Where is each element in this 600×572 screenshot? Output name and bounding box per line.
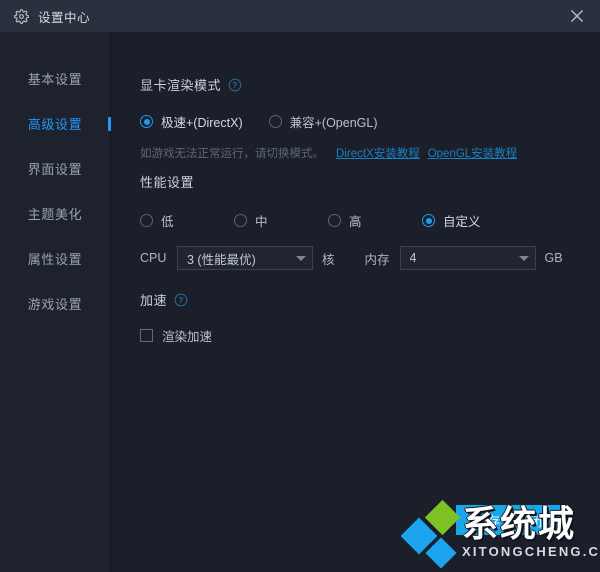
radio-label: 兼容+(OpenGL) <box>289 116 378 130</box>
cpu-core-dropdown[interactable]: 3 (性能最优) <box>177 246 313 270</box>
sidebar-item-label: 游戏设置 <box>27 297 83 312</box>
radio-dot <box>328 214 341 227</box>
gear-icon <box>14 8 29 24</box>
performance-fields: CPU 3 (性能最优) 核 内存 4 GB <box>140 246 563 270</box>
radio-dot <box>422 214 435 227</box>
radio-performance-low[interactable]: 低 <box>140 211 234 230</box>
cpu-label: CPU <box>140 251 167 265</box>
performance-title-text: 性能设置 <box>140 175 195 190</box>
sidebar-item-properties[interactable]: 属性设置 <box>0 236 110 281</box>
radio-label: 自定义 <box>443 215 481 229</box>
opengl-tutorial-link[interactable]: OpenGL安装教程 <box>428 145 517 161</box>
sidebar-item-label: 主题美化 <box>27 207 83 222</box>
performance-radio-group: 低 中 高 自定义 <box>140 211 563 230</box>
radio-performance-high[interactable]: 高 <box>328 211 422 230</box>
memory-dropdown[interactable]: 4 <box>399 246 536 270</box>
sidebar-item-advanced-settings[interactable]: 高级设置 <box>0 101 111 146</box>
sidebar-item-theme[interactable]: 主题美化 <box>0 191 110 236</box>
sidebar-item-interface-settings[interactable]: 界面设置 <box>0 146 110 191</box>
render-mode-radio-group: 极速+(DirectX) 兼容+(OpenGL) <box>140 112 517 131</box>
radio-label: 低 <box>161 215 174 229</box>
radio-performance-medium[interactable]: 中 <box>234 211 328 230</box>
acceleration-section: 加速 ? 渲染加速 <box>140 290 212 345</box>
sidebar-item-label: 高级设置 <box>27 117 83 132</box>
radio-label: 高 <box>349 215 362 229</box>
render-acceleration-checkbox[interactable]: 渲染加速 <box>140 326 212 345</box>
memory-unit-label: GB <box>544 251 563 265</box>
title-bar-left: 设置中心 <box>0 7 90 26</box>
checkbox-box <box>140 329 153 342</box>
radio-directx[interactable]: 极速+(DirectX) <box>140 112 243 131</box>
sidebar-item-game-settings[interactable]: 游戏设置 <box>0 281 110 326</box>
render-mode-hint-text: 如游戏无法正常运行，请切换模式。 <box>140 148 324 160</box>
radio-dot <box>140 214 153 227</box>
title-bar: 设置中心 <box>0 0 600 32</box>
chevron-down-icon <box>518 255 529 261</box>
performance-title: 性能设置 <box>140 172 563 191</box>
radio-dot <box>268 115 282 128</box>
save-and-close-button[interactable]: 保存并关闭 <box>456 505 560 535</box>
svg-text:?: ? <box>233 81 238 90</box>
sidebar: 基本设置 高级设置 界面设置 主题美化 属性设置 游戏设置 <box>0 32 111 572</box>
help-circle-icon[interactable]: ? <box>174 293 188 307</box>
content-panel: 显卡渲染模式 ? 极速+(DirectX) 兼容+(OpenGL) 如游戏无法正… <box>111 32 600 572</box>
acceleration-title-text: 加速 <box>140 293 168 308</box>
render-mode-title: 显卡渲染模式 ? <box>140 75 517 94</box>
sidebar-item-basic-settings[interactable]: 基本设置 <box>0 56 110 101</box>
render-mode-hint: 如游戏无法正常运行，请切换模式。 DirectX安装教程 OpenGL安装教程 <box>140 145 517 161</box>
help-circle-icon[interactable]: ? <box>228 78 242 92</box>
close-button[interactable] <box>554 0 600 32</box>
cpu-unit-label: 核 <box>322 252 335 267</box>
radio-opengl[interactable]: 兼容+(OpenGL) <box>268 112 378 131</box>
sidebar-item-label: 界面设置 <box>27 162 83 177</box>
radio-performance-custom[interactable]: 自定义 <box>422 211 481 230</box>
render-mode-title-text: 显卡渲染模式 <box>140 78 222 93</box>
checkbox-label: 渲染加速 <box>162 330 213 344</box>
radio-label: 极速+(DirectX) <box>161 116 243 130</box>
sidebar-top-spacer <box>0 32 110 56</box>
chevron-down-icon <box>296 255 306 261</box>
sidebar-item-label: 属性设置 <box>27 252 83 267</box>
svg-text:?: ? <box>179 296 184 305</box>
radio-dot <box>234 214 247 227</box>
cpu-core-value: 3 (性能最优) <box>187 252 256 267</box>
window-title: 设置中心 <box>38 10 91 25</box>
radio-label: 中 <box>255 215 268 229</box>
acceleration-title: 加速 ? <box>140 290 212 309</box>
directx-tutorial-link[interactable]: DirectX安装教程 <box>336 145 420 161</box>
sidebar-item-label: 基本设置 <box>27 72 83 87</box>
performance-section: 性能设置 低 中 高 自定义 CPU 3 (性能最优) 核 内存 4 GB <box>140 172 563 270</box>
close-icon <box>571 10 583 22</box>
memory-value: 4 <box>409 251 417 265</box>
render-mode-section: 显卡渲染模式 ? 极速+(DirectX) 兼容+(OpenGL) 如游戏无法正… <box>140 75 517 161</box>
memory-label: 内存 <box>364 252 390 267</box>
radio-dot <box>140 115 153 128</box>
